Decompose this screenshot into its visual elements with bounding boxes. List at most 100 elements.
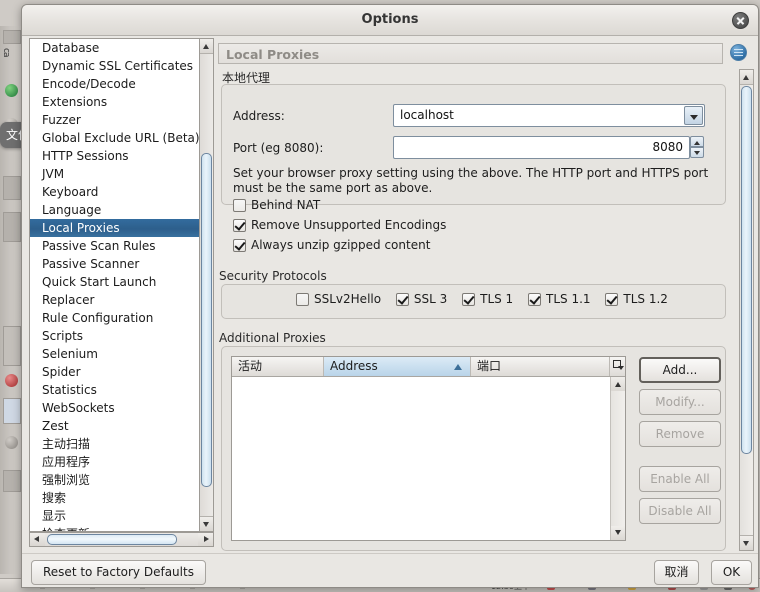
scroll-right-icon[interactable] xyxy=(198,533,213,546)
remove-proxy-button[interactable]: Remove xyxy=(639,421,721,447)
additional-proxies-table[interactable]: 活动 Address 端口 xyxy=(231,356,626,541)
checkbox-always-unzip-gzipped[interactable]: Always unzip gzipped content xyxy=(233,238,430,252)
scroll-down-icon[interactable] xyxy=(200,516,213,531)
security-protocol-options: SSLv2Hello SSL 3 TLS 1 TLS 1.1 TLS 1.2 xyxy=(296,292,679,306)
sidebar-item-18[interactable]: Spider xyxy=(30,363,199,381)
sidebar-item-6[interactable]: HTTP Sessions xyxy=(30,147,199,165)
checkbox-icon[interactable] xyxy=(233,239,246,252)
checkbox-icon[interactable] xyxy=(233,199,246,212)
background-panel-fragment xyxy=(3,176,21,200)
sidebar-item-14[interactable]: Replacer xyxy=(30,291,199,309)
checkbox-sslv2hello[interactable]: SSLv2Hello xyxy=(296,292,381,306)
address-label: Address: xyxy=(233,109,285,123)
checkbox-icon[interactable] xyxy=(395,293,409,306)
background-panel-fragment xyxy=(3,326,21,366)
column-header-port[interactable]: 端口 xyxy=(471,357,610,376)
column-header-address[interactable]: Address xyxy=(324,357,471,376)
sidebar-item-11[interactable]: Passive Scan Rules xyxy=(30,237,199,255)
checkbox-label: TLS 1.2 xyxy=(623,292,668,306)
checkbox-icon[interactable] xyxy=(605,293,619,306)
sidebar-item-24[interactable]: 强制浏览 xyxy=(30,471,199,489)
sidebar-horizontal-scrollbar[interactable] xyxy=(29,532,214,547)
disable-all-button[interactable]: Disable All xyxy=(639,498,721,524)
address-value: localhost xyxy=(400,108,454,122)
checkbox-tls12[interactable]: TLS 1.2 xyxy=(605,292,668,306)
sidebar-item-9[interactable]: Language xyxy=(30,201,199,219)
modify-proxy-button[interactable]: Modify... xyxy=(639,389,721,415)
sidebar-item-10[interactable]: Local Proxies xyxy=(30,219,199,237)
sort-ascending-icon xyxy=(454,364,462,370)
background-vertical-text: ca xyxy=(1,48,11,57)
checkbox-label: Remove Unsupported Encodings xyxy=(251,218,447,232)
scroll-up-icon[interactable] xyxy=(200,39,213,54)
table-vertical-scrollbar[interactable] xyxy=(610,377,625,540)
sidebar-item-25[interactable]: 搜索 xyxy=(30,489,199,507)
options-dialog: Options Database Dynamic SSL Certificates… xyxy=(21,4,759,588)
sidebar-item-0[interactable]: Database xyxy=(30,39,199,57)
sidebar-item-19[interactable]: Statistics xyxy=(30,381,199,399)
reset-to-factory-defaults-button[interactable]: Reset to Factory Defaults xyxy=(31,560,206,585)
checkbox-label: TLS 1.1 xyxy=(546,292,591,306)
checkbox-icon[interactable] xyxy=(462,293,476,306)
checkbox-behind-nat[interactable]: Behind NAT xyxy=(233,198,320,212)
checkbox-remove-unsupported-encodings[interactable]: Remove Unsupported Encodings xyxy=(233,218,446,232)
panel-title: Local Proxies xyxy=(218,43,723,64)
spinner-down-icon[interactable] xyxy=(690,147,704,158)
column-header-active[interactable]: 活动 xyxy=(232,357,324,376)
options-category-list[interactable]: Database Dynamic SSL Certificates Encode/D… xyxy=(29,38,199,532)
sidebar-item-4[interactable]: Fuzzer xyxy=(30,111,199,129)
help-globe-icon[interactable] xyxy=(730,44,747,61)
sidebar-item-7[interactable]: JVM xyxy=(30,165,199,183)
background-gray-icon xyxy=(5,436,18,449)
sidebar-item-22[interactable]: 主动扫描 xyxy=(30,435,199,453)
checkbox-tls11[interactable]: TLS 1.1 xyxy=(528,292,591,306)
cancel-button[interactable]: 取消 xyxy=(654,560,699,585)
scroll-left-icon[interactable] xyxy=(30,533,45,546)
background-green-icon xyxy=(5,84,18,97)
checkbox-tls1[interactable]: TLS 1 xyxy=(462,292,513,306)
sidebar-item-8[interactable]: Keyboard xyxy=(30,183,199,201)
panel-scroll-thumb[interactable] xyxy=(741,86,752,454)
scroll-up-icon[interactable] xyxy=(740,70,753,85)
scroll-down-icon[interactable] xyxy=(740,535,753,550)
scroll-up-icon[interactable] xyxy=(611,377,625,391)
sidebar-item-20[interactable]: WebSockets xyxy=(30,399,199,417)
chevron-down-icon[interactable] xyxy=(684,106,703,125)
sidebar-item-16[interactable]: Scripts xyxy=(30,327,199,345)
checkbox-ssl3[interactable]: SSL 3 xyxy=(395,292,447,306)
dialog-titlebar: Options xyxy=(22,5,758,36)
background-panel-fragment xyxy=(3,30,21,44)
address-combobox[interactable]: localhost xyxy=(393,104,705,127)
sidebar-item-3[interactable]: Extensions xyxy=(30,93,199,111)
panel-vertical-scrollbar[interactable] xyxy=(739,69,754,551)
sidebar-scroll-thumb[interactable] xyxy=(201,153,212,487)
sidebar-item-5[interactable]: Global Exclude URL (Beta) xyxy=(30,129,199,147)
port-spinner[interactable]: 8080 xyxy=(393,136,704,159)
sidebar-item-21[interactable]: Zest xyxy=(30,417,199,435)
checkbox-icon[interactable] xyxy=(296,293,309,306)
checkbox-icon[interactable] xyxy=(233,219,246,232)
close-icon[interactable] xyxy=(732,12,749,29)
sidebar-item-13[interactable]: Quick Start Launch xyxy=(30,273,199,291)
checkbox-label: SSLv2Hello xyxy=(314,292,382,306)
ok-button[interactable]: OK xyxy=(711,560,752,585)
sidebar-item-26[interactable]: 显示 xyxy=(30,507,199,525)
sidebar-item-17[interactable]: Selenium xyxy=(30,345,199,363)
proxy-description-line1: Set your browser proxy setting using the… xyxy=(233,166,709,180)
sidebar-item-15[interactable]: Rule Configuration xyxy=(30,309,199,327)
sidebar-item-2[interactable]: Encode/Decode xyxy=(30,75,199,93)
scroll-down-icon[interactable] xyxy=(611,526,625,540)
panel-body: 本地代理 Address: localhost Port (eg 8080): … xyxy=(218,69,737,551)
sidebar-item-23[interactable]: 应用程序 xyxy=(30,453,199,471)
spinner-up-icon[interactable] xyxy=(690,136,704,147)
sidebar-hscroll-thumb[interactable] xyxy=(47,534,177,545)
add-proxy-button[interactable]: Add... xyxy=(639,357,721,383)
checkbox-label: Behind NAT xyxy=(251,198,321,212)
column-chooser-icon[interactable] xyxy=(609,357,625,376)
sidebar-vertical-scrollbar[interactable] xyxy=(199,38,214,532)
checkbox-icon[interactable] xyxy=(528,293,542,306)
sidebar-item-1[interactable]: Dynamic SSL Certificates xyxy=(30,57,199,75)
sidebar-item-12[interactable]: Passive Scanner xyxy=(30,255,199,273)
enable-all-button[interactable]: Enable All xyxy=(639,466,721,492)
sidebar-item-27[interactable]: 检查更新 xyxy=(30,525,199,531)
